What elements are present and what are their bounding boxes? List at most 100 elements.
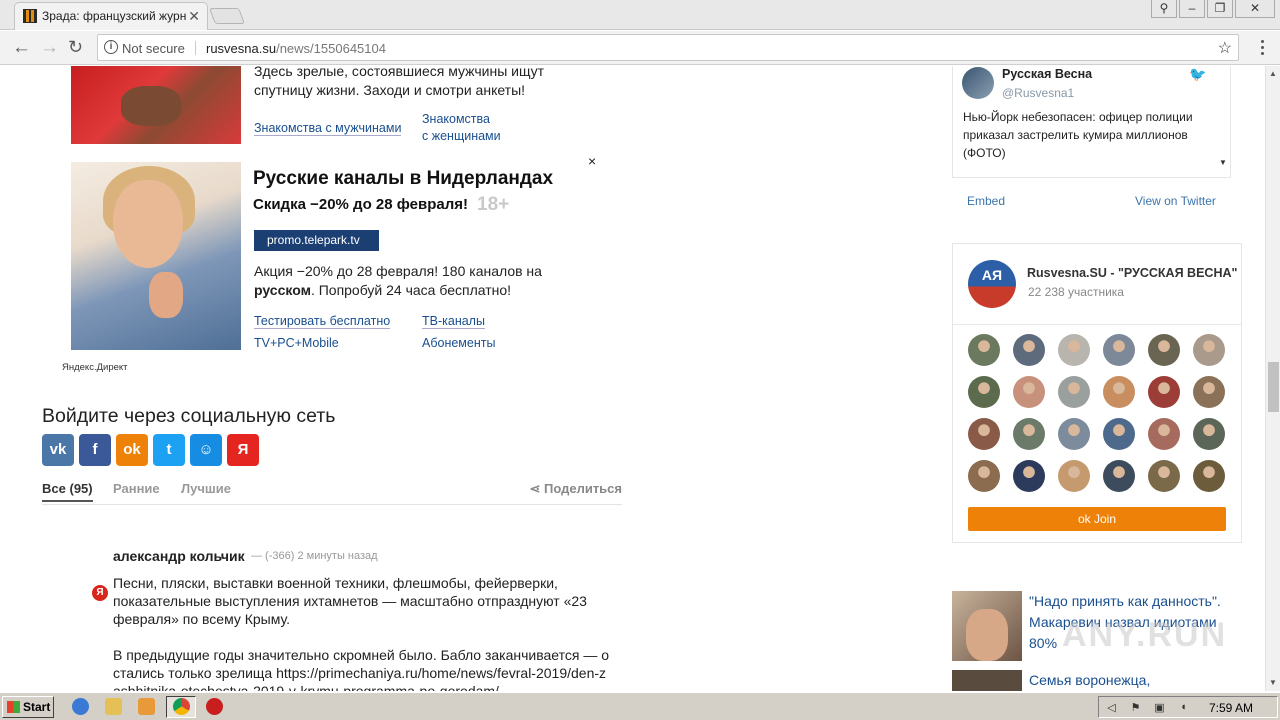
- ad-link-women-1[interactable]: Знакомства: [422, 112, 490, 126]
- info-icon[interactable]: i: [104, 40, 118, 54]
- ok-member-avatar[interactable]: [1148, 418, 1180, 450]
- ok-member-avatar[interactable]: [1148, 460, 1180, 492]
- ad-url-badge[interactable]: promo.telepark.tv: [254, 230, 379, 251]
- ad-link-tv-pc-mobile[interactable]: TV+PC+Mobile: [254, 336, 339, 350]
- odnoklassniki-icon[interactable]: ok: [116, 434, 148, 466]
- vk-icon[interactable]: vk: [42, 434, 74, 466]
- twitter-handle[interactable]: @Rusvesna1: [1002, 86, 1074, 100]
- ok-member-avatar[interactable]: [1103, 418, 1135, 450]
- ok-member-avatar[interactable]: [968, 418, 1000, 450]
- ok-member-avatar[interactable]: [1058, 334, 1090, 366]
- user-icon[interactable]: ⚲: [1151, 0, 1177, 18]
- twitter-icon[interactable]: t: [153, 434, 185, 466]
- twitter-avatar[interactable]: [962, 67, 994, 99]
- twitter-view-link[interactable]: View on Twitter: [1135, 194, 1216, 208]
- ad-image-woman[interactable]: [71, 162, 241, 350]
- ok-group-count: 22 238 участника: [1028, 285, 1124, 299]
- reload-icon[interactable]: ↻: [68, 37, 83, 58]
- ok-member-avatar[interactable]: [968, 460, 1000, 492]
- ok-member-avatar[interactable]: [1193, 460, 1225, 492]
- yandex-icon[interactable]: Я: [227, 434, 259, 466]
- scroll-up-arrow-icon[interactable]: ▲: [1269, 69, 1277, 78]
- ok-member-avatar[interactable]: [968, 376, 1000, 408]
- ok-member-avatar[interactable]: [1058, 460, 1090, 492]
- ad-title[interactable]: Русские каналы в Нидерландах: [253, 168, 553, 190]
- ad-subtitle: Скидка −20% до 28 февраля!: [253, 196, 469, 213]
- news-thumbnail-1[interactable]: [952, 591, 1022, 661]
- page-content: Здесь зрелые, состоявшиеся мужчины ищут …: [0, 66, 1265, 691]
- media-player-icon[interactable]: [138, 698, 155, 715]
- ok-group-name[interactable]: Rusvesna.SU - "РУССКАЯ ВЕСНА": [1027, 266, 1237, 280]
- comment-author[interactable]: александр кольчик: [113, 548, 245, 564]
- ad-link-men[interactable]: Знакомства с мужчинами: [254, 121, 402, 136]
- forward-icon[interactable]: →: [40, 37, 59, 59]
- comment-paragraph-1: Песни, пляски, выставки военной техники,…: [113, 575, 587, 627]
- chrome-icon[interactable]: [173, 698, 190, 715]
- tab-all[interactable]: Все (95): [42, 481, 93, 502]
- share-label: Поделиться: [543, 481, 622, 496]
- ok-member-avatar[interactable]: [1013, 460, 1045, 492]
- tab-early[interactable]: Ранние: [113, 481, 160, 496]
- ok-member-avatar[interactable]: [1103, 376, 1135, 408]
- mailru-icon[interactable]: ☺: [190, 434, 222, 466]
- ad-link-test-free[interactable]: Тестировать бесплатно: [254, 314, 391, 329]
- scroll-down-icon[interactable]: ▼: [1219, 158, 1227, 167]
- start-button[interactable]: Start: [2, 696, 54, 718]
- ad-text-part-b: . Попробуй 24 часа бесплатно!: [310, 282, 512, 298]
- tab-title: Зрада: французский журн: [42, 9, 187, 23]
- tweet-text[interactable]: Нью-Йорк небезопасен: офицер полиции при…: [963, 108, 1221, 162]
- ok-member-avatar[interactable]: [1193, 376, 1225, 408]
- tab-best[interactable]: Лучшие: [181, 481, 231, 496]
- flag-tray-icon[interactable]: ⚑: [1129, 701, 1142, 714]
- page-scrollbar[interactable]: ▲ ▼: [1265, 66, 1280, 691]
- scroll-down-arrow-icon[interactable]: ▼: [1269, 678, 1277, 687]
- back-icon[interactable]: ←: [12, 37, 31, 59]
- facebook-icon[interactable]: f: [79, 434, 111, 466]
- ie-icon[interactable]: [72, 698, 89, 715]
- news-title-2[interactable]: Семья воронежца,: [1029, 670, 1239, 691]
- ok-member-avatar[interactable]: [968, 334, 1000, 366]
- ok-member-avatar[interactable]: [1103, 334, 1135, 366]
- ad-close-icon[interactable]: ×: [588, 153, 596, 169]
- ad-link-women-2[interactable]: с женщинами: [422, 129, 501, 143]
- browser-tab[interactable]: Зрада: французский журн ✕: [14, 2, 208, 30]
- ok-member-avatar[interactable]: [1013, 334, 1045, 366]
- ok-member-avatar[interactable]: [1013, 418, 1045, 450]
- ad-image-dating[interactable]: [71, 66, 241, 144]
- windows-logo-icon: [7, 701, 20, 713]
- ad-dating-text: Здесь зрелые, состоявшиеся мужчины ищут …: [254, 66, 545, 98]
- ok-member-avatar[interactable]: [1193, 334, 1225, 366]
- ok-member-avatar[interactable]: [1013, 376, 1045, 408]
- twitter-embed-link[interactable]: Embed: [967, 194, 1005, 208]
- ok-member-avatar[interactable]: [1058, 376, 1090, 408]
- minimize-button[interactable]: –: [1179, 0, 1205, 18]
- ad-link-subscriptions[interactable]: Абонементы: [422, 336, 495, 350]
- ok-member-avatar[interactable]: [1148, 376, 1180, 408]
- warning-app-icon[interactable]: [206, 698, 223, 715]
- ok-group-logo[interactable]: АЯ: [968, 260, 1016, 308]
- new-tab-button[interactable]: [209, 8, 245, 24]
- ok-member-avatar[interactable]: [1103, 460, 1135, 492]
- ok-join-button[interactable]: ok Join: [968, 507, 1226, 531]
- ok-member-avatar[interactable]: [1148, 334, 1180, 366]
- browser-menu-icon[interactable]: [1261, 40, 1265, 56]
- restore-button[interactable]: ❐: [1207, 0, 1233, 18]
- ad-link-tv-channels[interactable]: ТВ-каналы: [422, 314, 485, 329]
- folder-icon[interactable]: [105, 698, 122, 715]
- ok-member-avatar[interactable]: [1193, 418, 1225, 450]
- scrollbar-thumb[interactable]: [1268, 362, 1279, 412]
- volume-tray-icon[interactable]: ◖: [1177, 701, 1190, 714]
- yandex-direct-label[interactable]: Яндекс.Директ: [62, 362, 128, 373]
- yandex-badge-icon: Я: [92, 585, 108, 601]
- share-button[interactable]: ⋖ Поделиться: [529, 481, 622, 497]
- address-bar[interactable]: i Not secure rusvesna.su/news/1550645104…: [97, 34, 1239, 61]
- twitter-name[interactable]: Русская Весна: [1002, 67, 1092, 81]
- speaker-tray-icon[interactable]: ◁: [1105, 701, 1118, 714]
- taskbar-clock[interactable]: 7:59 AM: [1209, 701, 1253, 715]
- bookmark-star-icon[interactable]: ☆: [1218, 38, 1232, 58]
- tab-close-icon[interactable]: ✕: [188, 8, 200, 25]
- close-window-button[interactable]: ✕: [1235, 0, 1275, 18]
- ok-member-avatar[interactable]: [1058, 418, 1090, 450]
- network-tray-icon[interactable]: ▣: [1153, 701, 1166, 714]
- news-thumbnail-2[interactable]: [952, 670, 1022, 691]
